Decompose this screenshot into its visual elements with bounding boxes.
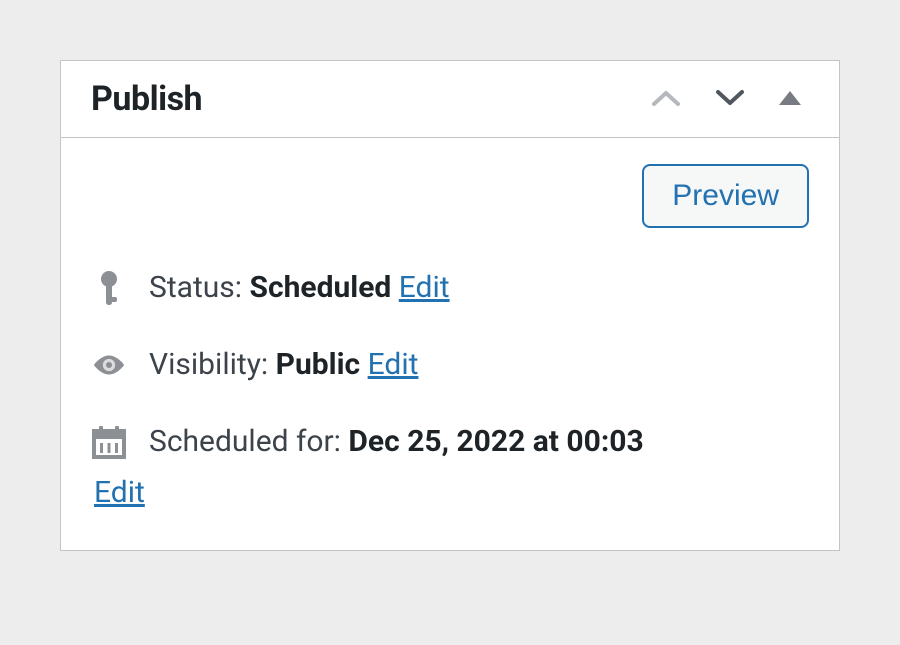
status-row: Status: Scheduled Edit: [91, 268, 809, 307]
move-up-button[interactable]: [643, 81, 689, 118]
calendar-icon: [91, 425, 127, 459]
visibility-value: Public: [276, 347, 361, 382]
publish-metabox: Publish Preview: [60, 60, 840, 551]
status-label: Status:: [149, 270, 242, 305]
visibility-row: Visibility: Public Edit: [91, 345, 809, 384]
publish-body: Preview Status: Scheduled Edit Visibilit…: [61, 138, 839, 550]
eye-icon: [91, 352, 127, 378]
publish-header: Publish: [61, 61, 839, 138]
triangle-up-icon: [777, 89, 803, 110]
visibility-edit-link[interactable]: Edit: [368, 347, 419, 382]
schedule-row: Scheduled for: Dec 25, 2022 at 00:03: [91, 422, 809, 461]
visibility-label: Visibility:: [149, 347, 268, 382]
header-controls: [643, 81, 809, 118]
schedule-edit-row: Edit: [91, 475, 809, 510]
preview-button[interactable]: Preview: [642, 164, 809, 228]
chevron-down-icon: [713, 87, 747, 112]
chevron-up-icon: [649, 87, 683, 112]
key-icon: [91, 269, 127, 307]
status-edit-link[interactable]: Edit: [399, 270, 450, 305]
schedule-edit-link[interactable]: Edit: [94, 475, 145, 510]
preview-row: Preview: [91, 164, 809, 228]
toggle-panel-button[interactable]: [771, 83, 809, 116]
move-down-button[interactable]: [707, 81, 753, 118]
status-value: Scheduled: [250, 270, 392, 305]
schedule-value: Dec 25, 2022 at 00:03: [348, 424, 643, 459]
publish-title: Publish: [91, 79, 202, 119]
schedule-label: Scheduled for:: [149, 424, 341, 459]
